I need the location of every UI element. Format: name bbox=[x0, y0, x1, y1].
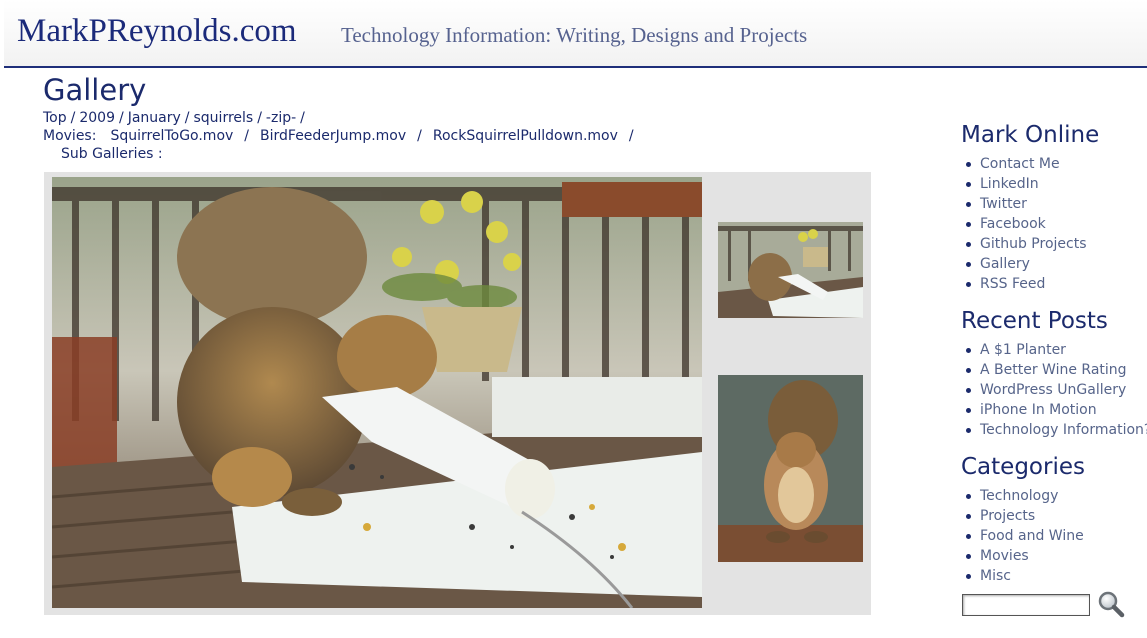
magnifier-icon bbox=[1098, 591, 1125, 618]
sidebar-link[interactable]: LinkedIn bbox=[980, 176, 1039, 192]
breadcrumb: Top/2009/January / squirrels / -zip- / bbox=[43, 109, 309, 127]
category-link[interactable]: Food and Wine bbox=[980, 528, 1084, 544]
recent-post-link[interactable]: A Better Wine Rating bbox=[980, 362, 1127, 378]
page-title: Gallery bbox=[43, 73, 147, 107]
breadcrumb-top[interactable]: Top bbox=[43, 110, 67, 126]
breadcrumb-separator: / bbox=[300, 110, 305, 126]
gallery-thumbnail[interactable] bbox=[718, 222, 863, 318]
sidebar-link[interactable]: Twitter bbox=[980, 196, 1027, 212]
sub-galleries-label: Sub Galleries : bbox=[61, 146, 163, 162]
recent-post-link[interactable]: Technology Information? bbox=[980, 422, 1147, 438]
breadcrumb-separator: / bbox=[118, 110, 124, 126]
category-item: Misc bbox=[961, 566, 1147, 586]
sidebar-item-twitter: Twitter bbox=[961, 194, 1147, 214]
movie-separator: / bbox=[417, 128, 422, 144]
breadcrumb-zip[interactable]: -zip- bbox=[266, 110, 296, 126]
movie-link[interactable]: SquirrelToGo.mov bbox=[110, 128, 233, 144]
sidebar-link[interactable]: Gallery bbox=[980, 256, 1030, 272]
categories-list: Technology Projects Food and Wine Movies… bbox=[961, 486, 1147, 586]
sidebar-heading-recent-posts: Recent Posts bbox=[961, 308, 1108, 334]
recent-post-item: iPhone In Motion bbox=[961, 400, 1147, 420]
sidebar-link[interactable]: Facebook bbox=[980, 216, 1046, 232]
movie-separator: / bbox=[244, 128, 250, 144]
sidebar-item-github-projects: Github Projects bbox=[961, 234, 1147, 254]
squirrel-photo-image bbox=[52, 177, 702, 608]
sidebar-item-gallery: Gallery bbox=[961, 254, 1147, 274]
recent-posts-list: A $1 Planter A Better Wine Rating WordPr… bbox=[961, 340, 1147, 440]
category-item: Projects bbox=[961, 506, 1147, 526]
category-item: Food and Wine bbox=[961, 526, 1147, 546]
sidebar: Mark Online Contact Me LinkedIn Twitter … bbox=[961, 120, 1147, 598]
search-input[interactable] bbox=[962, 594, 1090, 616]
gallery-thumbnail[interactable] bbox=[718, 375, 863, 562]
sidebar-link[interactable]: Contact Me bbox=[980, 156, 1060, 172]
category-link[interactable]: Projects bbox=[980, 508, 1035, 524]
recent-post-link[interactable]: WordPress UnGallery bbox=[980, 382, 1126, 398]
breadcrumb-month[interactable]: January bbox=[128, 110, 181, 126]
movie-separator: / bbox=[628, 128, 634, 144]
sidebar-item-contact-me: Contact Me bbox=[961, 154, 1147, 174]
movie-link[interactable]: BirdFeederJump.mov bbox=[260, 128, 406, 144]
breadcrumb-separator: / bbox=[257, 110, 262, 126]
movie-link[interactable]: RockSquirrelPulldown.mov bbox=[433, 128, 618, 144]
breadcrumb-year[interactable]: 2009 bbox=[79, 110, 115, 126]
category-link[interactable]: Movies bbox=[980, 548, 1029, 564]
recent-post-item: A $1 Planter bbox=[961, 340, 1147, 360]
squirrel-thumbnail-image bbox=[718, 222, 863, 318]
breadcrumb-separator: / bbox=[70, 110, 76, 126]
sidebar-item-linkedin: LinkedIn bbox=[961, 174, 1147, 194]
sidebar-link[interactable]: RSS Feed bbox=[980, 276, 1045, 292]
movies-label: Movies: bbox=[43, 128, 97, 144]
category-item: Technology bbox=[961, 486, 1147, 506]
sidebar-link[interactable]: Github Projects bbox=[980, 236, 1087, 252]
category-item: Movies bbox=[961, 546, 1147, 566]
recent-post-link[interactable]: iPhone In Motion bbox=[980, 402, 1097, 418]
main-photo[interactable] bbox=[52, 177, 702, 608]
site-header: MarkPReynolds.com Technology Information… bbox=[4, 0, 1147, 68]
site-tagline: Technology Information: Writing, Designs… bbox=[341, 23, 808, 47]
recent-post-link[interactable]: A $1 Planter bbox=[980, 342, 1066, 358]
mark-online-list: Contact Me LinkedIn Twitter Facebook Git… bbox=[961, 154, 1147, 294]
search-button[interactable] bbox=[1097, 590, 1125, 618]
site-title-link[interactable]: MarkPReynolds.com bbox=[17, 13, 297, 50]
sidebar-heading-categories: Categories bbox=[961, 454, 1085, 480]
breadcrumb-separator: / bbox=[184, 110, 190, 126]
movies-list: Movies: SquirrelToGo.mov / BirdFeederJump.m… bbox=[43, 127, 645, 145]
category-link[interactable]: Technology bbox=[980, 488, 1058, 504]
recent-post-item: WordPress UnGallery bbox=[961, 380, 1147, 400]
recent-post-item: Technology Information? bbox=[961, 420, 1147, 440]
squirrel-thumbnail-image bbox=[718, 375, 863, 562]
category-link[interactable]: Misc bbox=[980, 568, 1011, 584]
sidebar-heading-mark-online: Mark Online bbox=[961, 122, 1100, 148]
sidebar-item-facebook: Facebook bbox=[961, 214, 1147, 234]
recent-post-item: A Better Wine Rating bbox=[961, 360, 1147, 380]
sidebar-item-rss-feed: RSS Feed bbox=[961, 274, 1147, 294]
breadcrumb-album[interactable]: squirrels bbox=[194, 110, 254, 126]
